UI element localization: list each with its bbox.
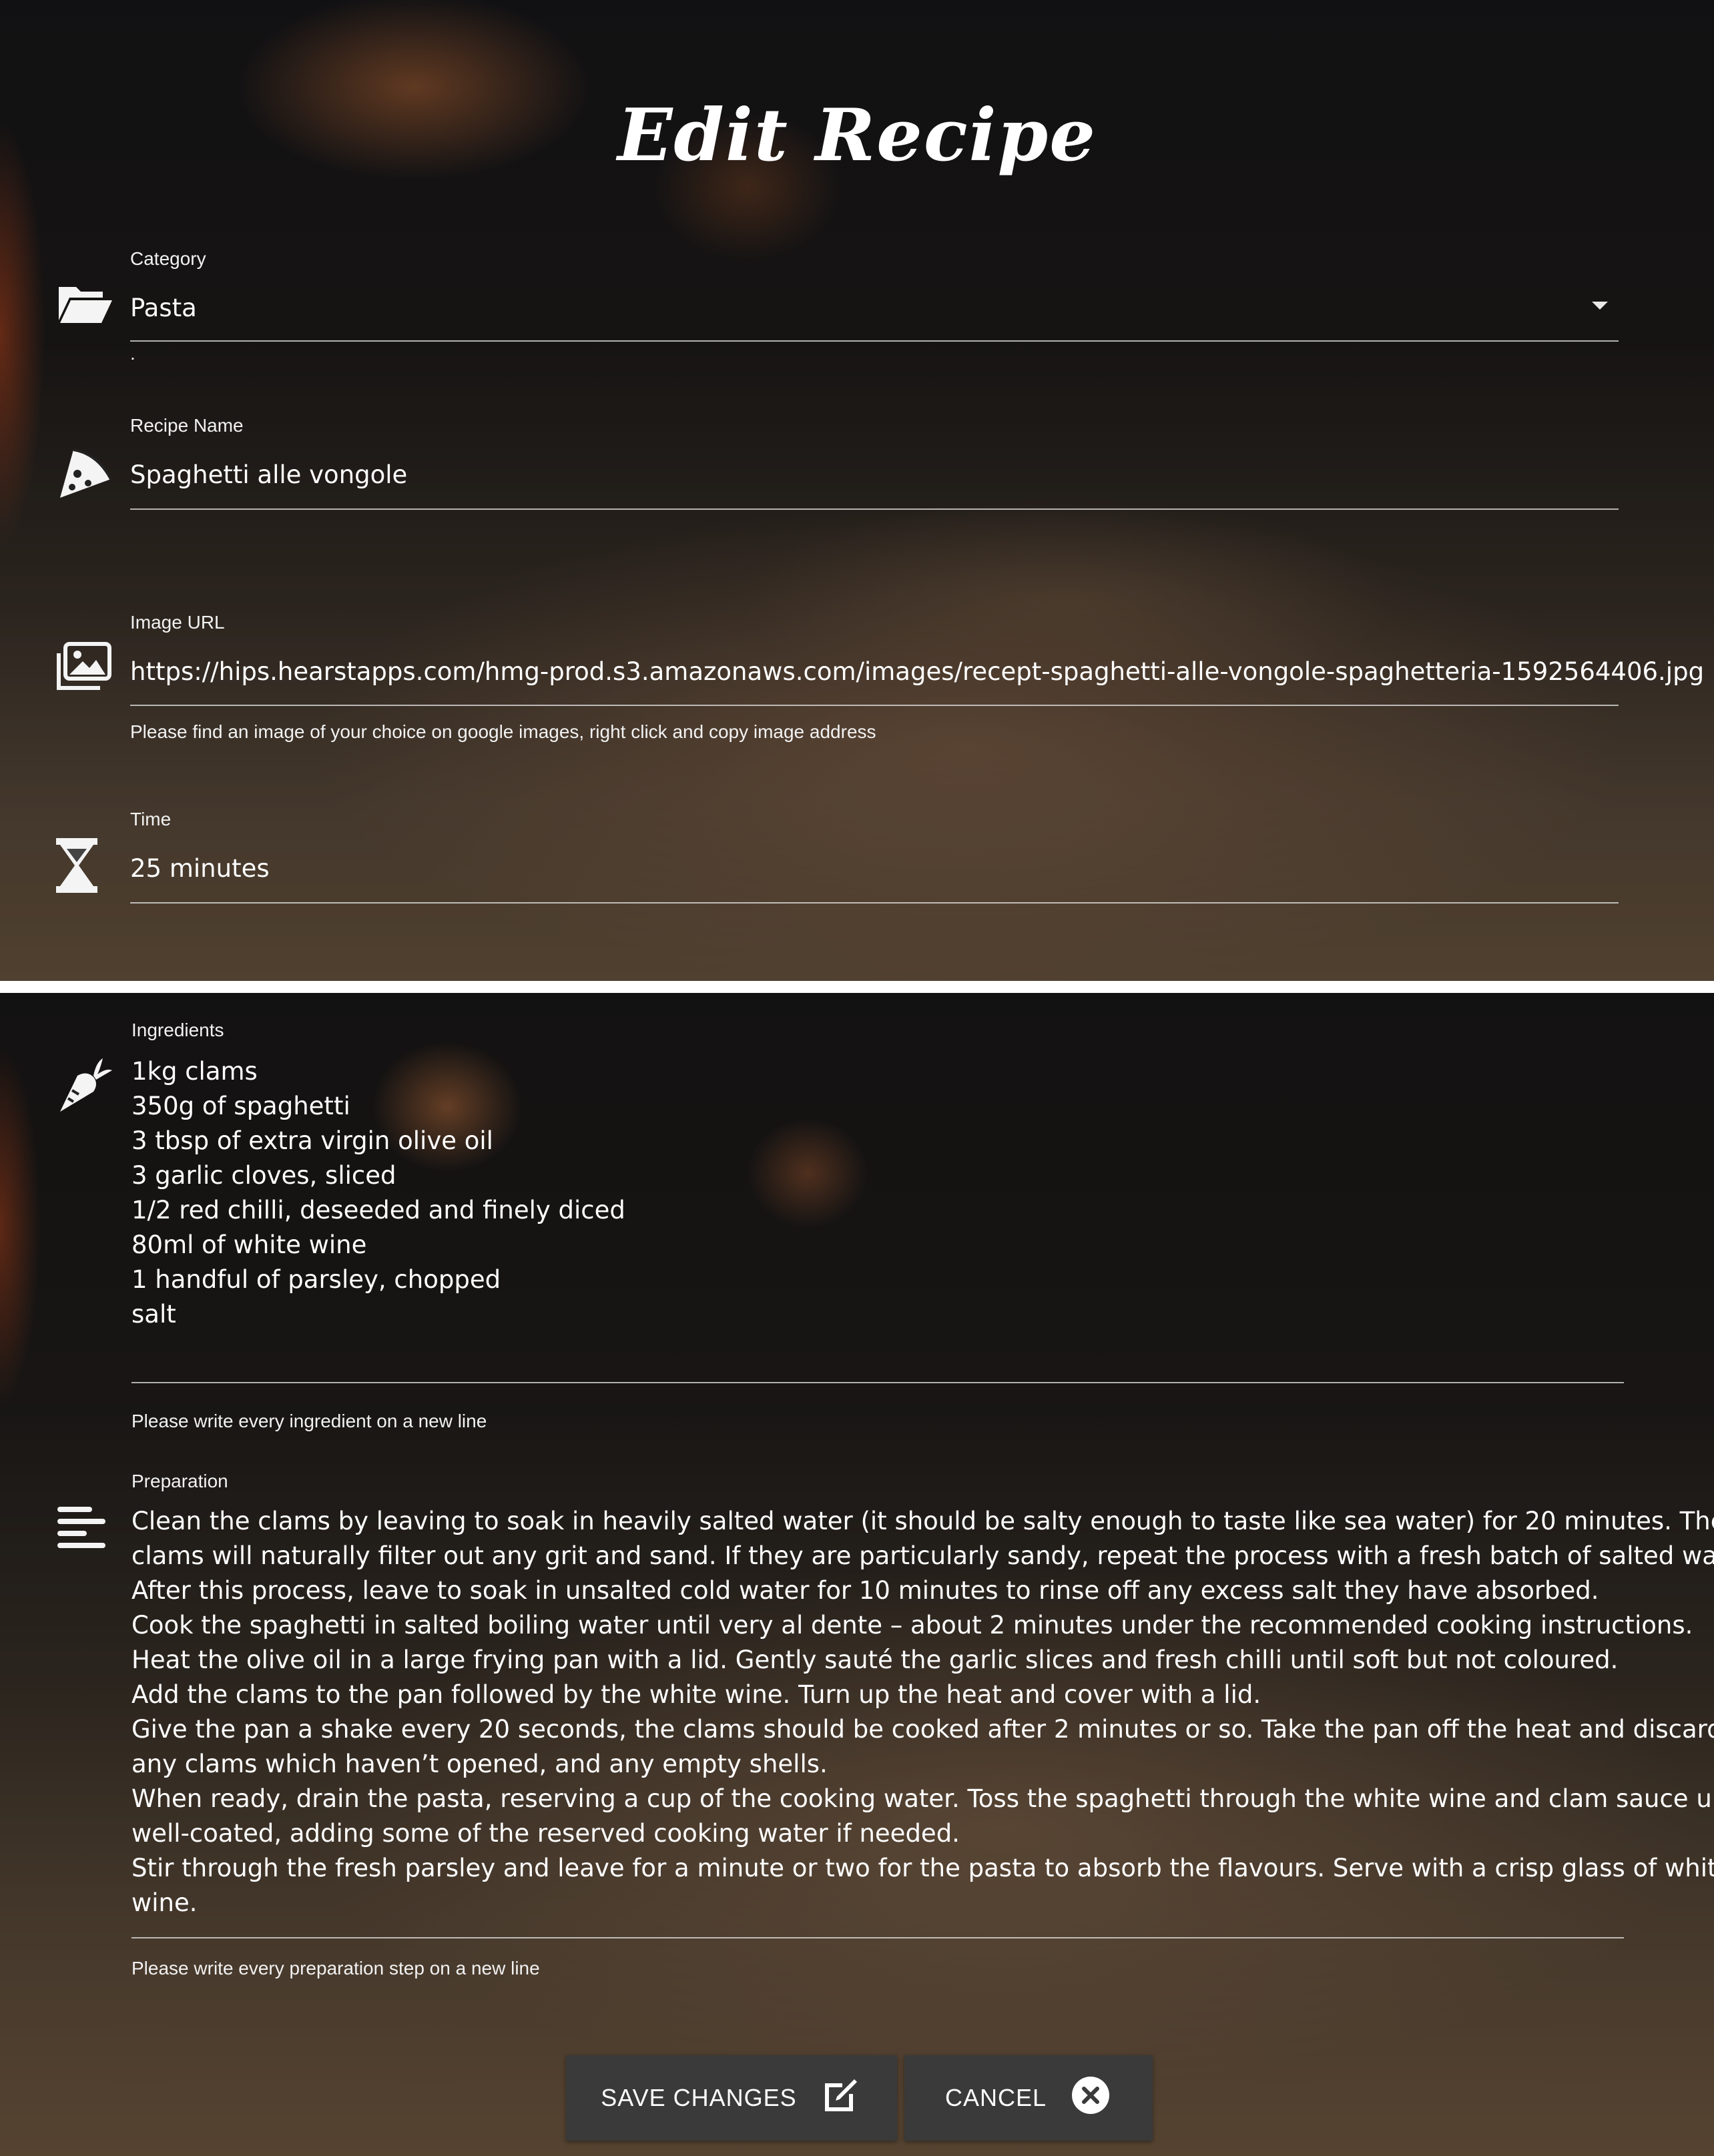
ingredient-line: 3 garlic cloves, sliced xyxy=(131,1161,396,1190)
preparation-field[interactable]: Preparation Clean the clams by leaving t… xyxy=(131,1471,1714,1991)
category-label: Category xyxy=(130,248,206,269)
form-panel-bottom: Ingredients 1kg clams 350g of spaghetti 3 … xyxy=(0,993,1714,2156)
ingredients-helper: Please write every ingredient on a new l… xyxy=(131,1411,487,1431)
preparation-line: clams will naturally filter out any grit… xyxy=(131,1541,1714,1570)
pizza-slice-icon xyxy=(55,443,115,503)
folder-open-icon xyxy=(55,274,115,334)
chevron-down-icon[interactable] xyxy=(1592,302,1608,310)
close-circle-icon xyxy=(1069,2074,1112,2123)
ingredient-line: 1 handful of parsley, chopped xyxy=(131,1265,501,1294)
time-input[interactable]: 25 minutes xyxy=(130,854,270,883)
preparation-line: After this process, leave to soak in uns… xyxy=(131,1576,1599,1605)
ingredient-line: 1kg clams xyxy=(131,1057,258,1086)
form-panel-top: Edit Recipe Category Pasta . Recipe Name… xyxy=(0,0,1714,981)
preparation-helper: Please write every preparation step on a… xyxy=(131,1958,540,1979)
preparation-label: Preparation xyxy=(131,1471,228,1491)
preparation-line: Add the clams to the pan followed by the… xyxy=(131,1680,1261,1709)
category-helper: . xyxy=(130,343,135,364)
hourglass-icon xyxy=(47,835,107,895)
preparation-textarea[interactable]: Clean the clams by leaving to soak in he… xyxy=(131,1504,1714,1920)
page-title: Edit Recipe xyxy=(617,93,1097,177)
images-icon xyxy=(55,637,115,697)
ingredients-label: Ingredients xyxy=(131,1020,224,1040)
ingredient-line: 80ml of white wine xyxy=(131,1230,367,1259)
image-url-label: Image URL xyxy=(130,612,225,633)
preparation-line: Cook the spaghetti in salted boiling wat… xyxy=(131,1611,1693,1640)
save-changes-button[interactable]: SAVE CHANGES xyxy=(566,2055,897,2141)
cancel-label: CANCEL xyxy=(944,2084,1047,2111)
preparation-line: well-coated, adding some of the reserved… xyxy=(131,1819,960,1848)
preparation-line: Clean the clams by leaving to soak in he… xyxy=(131,1507,1714,1535)
save-changes-label: SAVE CHANGES xyxy=(601,2084,797,2111)
preparation-line: wine. xyxy=(131,1888,198,1917)
category-select[interactable]: Category Pasta . xyxy=(130,248,1619,364)
ingredients-field[interactable]: Ingredients 1kg clams 350g of spaghetti 3 … xyxy=(131,1020,1624,1431)
preparation-line: any clams which haven’t opened, and any … xyxy=(131,1750,828,1778)
recipe-name-field[interactable]: Recipe Name Spaghetti alle vongole xyxy=(130,415,1619,515)
ingredient-line: salt xyxy=(131,1300,176,1329)
preparation-line: When ready, drain the pasta, reserving a… xyxy=(131,1784,1714,1813)
align-left-icon xyxy=(52,1499,112,1559)
recipe-name-input[interactable]: Spaghetti alle vongole xyxy=(130,460,407,489)
cancel-button[interactable]: CANCEL xyxy=(904,2055,1153,2141)
image-url-helper: Please find an image of your choice on g… xyxy=(130,721,876,742)
time-label: Time xyxy=(130,809,172,829)
preparation-line: Stir through the fresh parsley and leave… xyxy=(131,1854,1714,1882)
edit-icon xyxy=(820,2074,862,2123)
ingredient-line: 350g of spaghetti xyxy=(131,1092,350,1120)
carrot-icon xyxy=(55,1056,115,1116)
category-value[interactable]: Pasta xyxy=(130,294,197,322)
time-field[interactable]: Time 25 minutes xyxy=(130,809,1619,909)
image-url-field[interactable]: Image URL https://hips.hearstapps.com/hm… xyxy=(130,612,1704,759)
ingredient-line: 1/2 red chilli, deseeded and finely dice… xyxy=(131,1196,625,1224)
ingredients-textarea[interactable]: 1kg clams 350g of spaghetti 3 tbsp of extr… xyxy=(131,1054,625,1332)
preparation-line: Heat the olive oil in a large frying pan… xyxy=(131,1646,1619,1674)
preparation-line: Give the pan a shake every 20 seconds, t… xyxy=(131,1715,1714,1744)
recipe-name-label: Recipe Name xyxy=(130,415,244,436)
ingredient-line: 3 tbsp of extra virgin olive oil xyxy=(131,1126,493,1155)
image-url-input[interactable]: https://hips.hearstapps.com/hmg-prod.s3.… xyxy=(130,657,1704,686)
